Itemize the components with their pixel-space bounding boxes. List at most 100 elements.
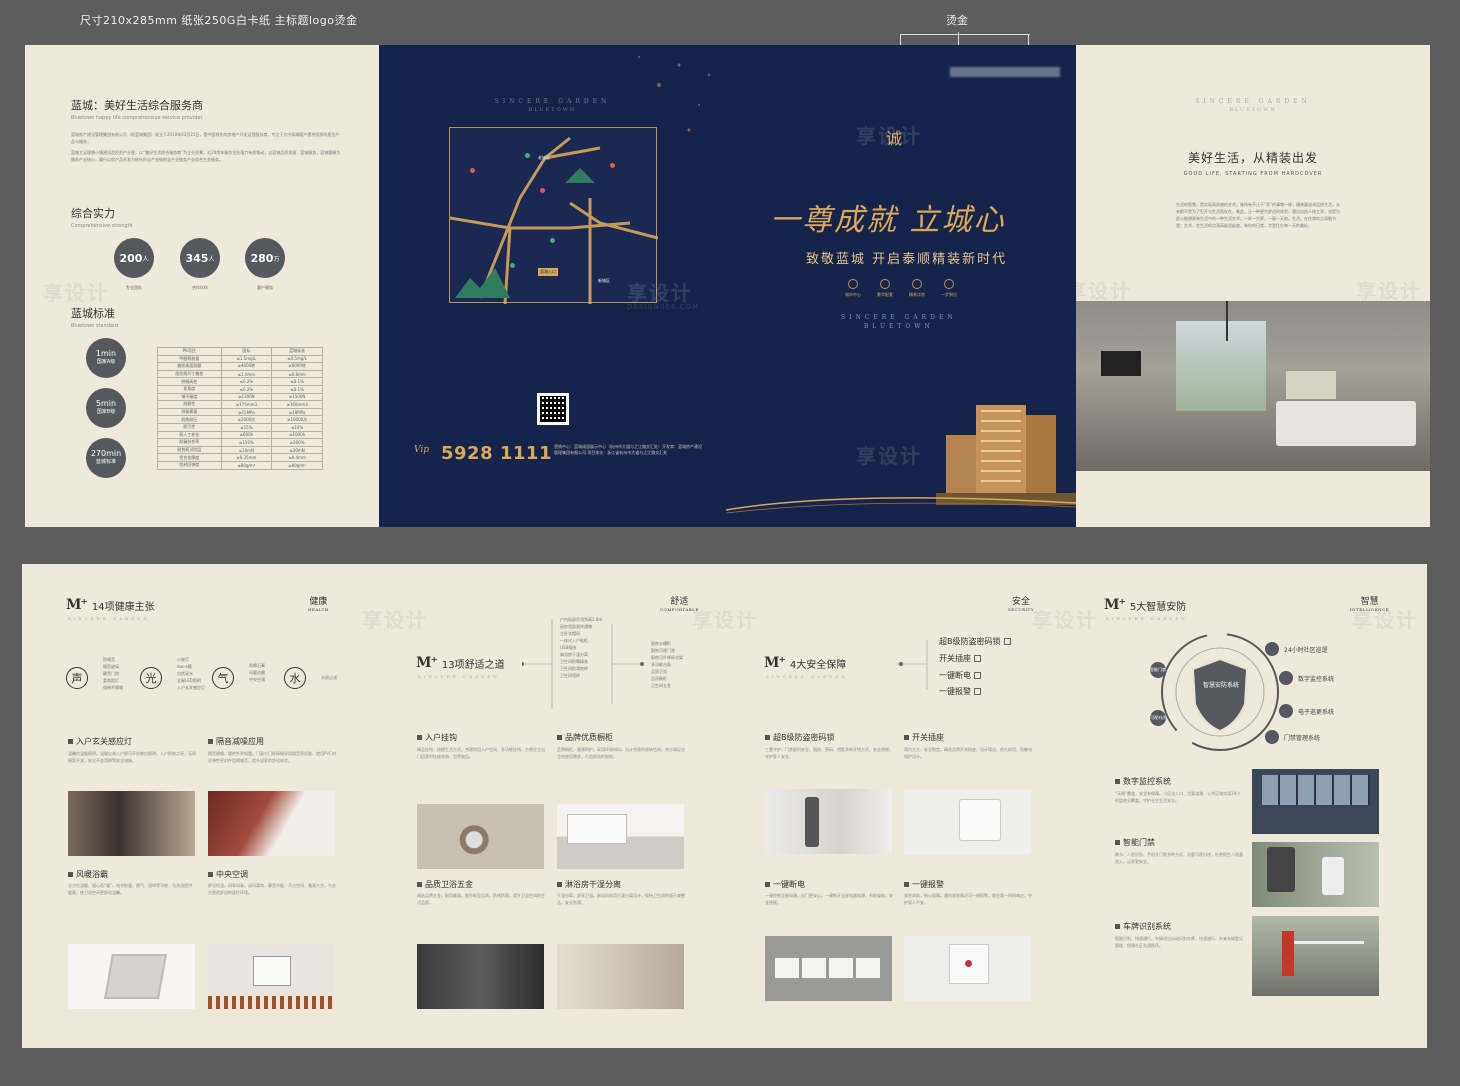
table-cell: ≥0.35mm: [220, 453, 273, 462]
bullet-item: 防霉石膏: [249, 663, 265, 668]
bullet-item: 多功能台面: [651, 662, 671, 667]
bullet-item: low-e膜: [177, 664, 192, 669]
table-cell: ≤0.2%: [220, 384, 273, 394]
feature-title: 数字监控系统: [1115, 776, 1171, 787]
feature-label: 一步到位: [941, 292, 957, 297]
location-map[interactable]: 老城区 新城区 滨海入口: [449, 127, 658, 304]
hardcover-heading-en: GOOD LIFE, STARTING FROM HARDCOVER: [1183, 171, 1323, 177]
table-cell: ≥80g/m²: [220, 460, 273, 470]
feature-title: 一键断电: [765, 879, 805, 890]
feature-title: 品质卫浴五金: [417, 879, 473, 890]
stat-circle: 200 人: [114, 238, 154, 278]
logo-mark: M⁺: [764, 655, 786, 671]
standard-subtitle: Bluetown standard: [71, 323, 119, 329]
table-cell: ≥80g/m²: [271, 460, 323, 470]
feature-title: 入户挂钩: [417, 732, 457, 743]
feature-text: 品牌橱柜，健康呵护。采用环保材料，设计合理的收纳空间，充分满足业主的使用需求，打…: [557, 747, 685, 759]
qr-code[interactable]: [537, 393, 569, 425]
inner-spread: M⁺ 14项健康主张 SINCERE GARDEN 健康 HEALTH 声 光 气 …: [22, 564, 1427, 1048]
feature-title: 品牌优质橱柜: [557, 732, 613, 743]
ring-node: 可视对讲: [1150, 710, 1166, 726]
watermark: 享设计: [362, 608, 428, 632]
map-pin[interactable]: [470, 168, 475, 173]
table-header: PK项目: [157, 347, 222, 356]
safety-section-header: M⁺ 4大安全保障: [764, 655, 846, 671]
table-row: 耐热耐压 ≥2000次 ≥10000次: [157, 415, 323, 424]
table-cell: 耐磨性: [157, 400, 222, 409]
feature-badge: 精装洋房: [902, 279, 932, 298]
table-cell: ≤10mN: [220, 445, 273, 455]
standard-value: 5min: [95, 399, 117, 408]
table-cell: 耐热耐压: [157, 415, 222, 424]
table-cell: ≥600h: [220, 430, 273, 440]
window-view: [1176, 321, 1266, 411]
ring-node: 智能门禁: [1150, 662, 1166, 678]
safety-item: 一键断电: [939, 670, 981, 681]
hotline-number[interactable]: 5928 1111: [441, 443, 552, 464]
safety-item: 超B级防盗密码锁: [939, 636, 1011, 647]
feature-text: 隔音隔噪，隔绝外界喧嚣。门窗与门框接缝采用隔音密封胶，使用PVC材质弹性密封件阻…: [208, 751, 336, 763]
table-cell: ≥6000转: [271, 362, 323, 371]
smart-item: 电子巡更系统: [1279, 704, 1334, 718]
table-row: 铝材回弹度 ≥80g/m² ≥80g/m²: [157, 460, 323, 470]
section-title: 13项舒适之道: [441, 659, 505, 671]
vip-label: Vip: [414, 445, 429, 455]
feature-text: 紧急求助，贴心保障。遇到紧急情况可一键报警，物业第一时间响应，守护家人平安。: [904, 893, 1032, 905]
safety-item-label: 超B级防盗密码锁: [939, 637, 1001, 646]
category-label: 健康 HEALTH: [308, 594, 329, 612]
map-pin[interactable]: [610, 163, 615, 168]
feature-icon: [944, 279, 954, 289]
stat-caption: 合作伙伴: [192, 285, 208, 290]
table-row: 甲醛释放量 ≤1.5mg/L ≤0.5mg/L: [157, 354, 323, 364]
feature-text: “天眼”覆盖，安全有保障。小区出入口、主要道路、公共区域实现24小时监控全覆盖，…: [1115, 791, 1241, 803]
table-cell: 铝合金厚度: [157, 453, 222, 462]
kitchen-cabinet-photo: [557, 804, 684, 869]
table-cell: ≤0.1%: [271, 377, 323, 386]
feature-badge: 一步到位: [934, 279, 964, 298]
map-label: 老城区: [538, 155, 550, 160]
smart-item: 门禁管理系统: [1265, 730, 1320, 744]
bed: [1276, 401, 1416, 446]
feature-label: 繁华配套: [877, 292, 893, 297]
table-cell: ≥200%: [271, 438, 323, 447]
feature-title: 中央空调: [208, 869, 248, 880]
feature-icon: [848, 279, 858, 289]
section-brand-en: SINCERE GARDEN: [1106, 616, 1188, 621]
feature-text: 智能识别，快速通行。车辆进出自动识别车牌，快速放行，外来车辆登记管理，保障社区交…: [1115, 936, 1243, 948]
panel-cover: 诚 一尊成就 立城心 致敬蓝城 开启泰顺精装新时代 城市中心 繁华配套 精装洋房…: [726, 45, 1076, 527]
table-cell: ≤10%: [271, 422, 323, 432]
map-pin[interactable]: [525, 153, 530, 158]
brand-sub: BLUETOWN: [1229, 107, 1277, 113]
table-cell: ≥4000转: [220, 362, 273, 371]
feature-title: 淋浴房干湿分离: [557, 879, 621, 890]
table-cell: 铝材回弹度: [157, 460, 222, 470]
table-cell: 耐漏份合率: [157, 438, 222, 447]
stat-unit: 万: [273, 255, 280, 263]
bullet-item: 卫生间墙砖: [560, 673, 580, 678]
health-section-header: M⁺ 14项健康主张: [66, 597, 155, 613]
brand-sub: BLUETOWN: [528, 107, 577, 113]
table-cell: ≥18MPa: [271, 407, 323, 417]
gold-swoosh: [726, 497, 1076, 514]
map-pin[interactable]: [510, 263, 515, 268]
map-pin[interactable]: [540, 188, 545, 193]
feature-label: 精装洋房: [909, 292, 925, 297]
smart-item-label: 电子巡更系统: [1298, 708, 1335, 716]
category-en: SECURITY: [1008, 607, 1034, 612]
table-row: 组拉线尺寸偏差 ≤1.0mm ≤0.8mm: [157, 369, 323, 379]
feature-text: 全方位温暖，随心而“暖”。结合取暖、换气、照明等功能，为洗浴提供暖意，使卫浴空间…: [68, 883, 193, 895]
map-pin[interactable]: [550, 238, 555, 243]
panel-location-map: SINCERE GARDEN BLUETOWN 老城区 新城区 滨海入口 Vip…: [379, 45, 726, 527]
watermark: 享设计: [1032, 608, 1098, 632]
cover-subslogan: 致敬蓝城 开启泰顺精装新时代: [806, 252, 1008, 267]
soundproof-door-photo: [208, 791, 335, 856]
table-row: 耐划痕试验层 ≤10mN ≤30mN: [157, 445, 323, 455]
map-label: 新城区: [598, 278, 610, 283]
standard-label: 国家B级: [96, 409, 116, 415]
section-title: 14项健康主张: [91, 601, 155, 613]
watermark: 享设计: [43, 281, 109, 305]
bullet-item: 柔和阻尼: [103, 678, 119, 683]
table-cell: ≤1.0mm: [220, 369, 273, 379]
shield-label: 智慧安防系统: [1202, 682, 1239, 689]
table-header: 蓝城标准: [271, 347, 323, 356]
